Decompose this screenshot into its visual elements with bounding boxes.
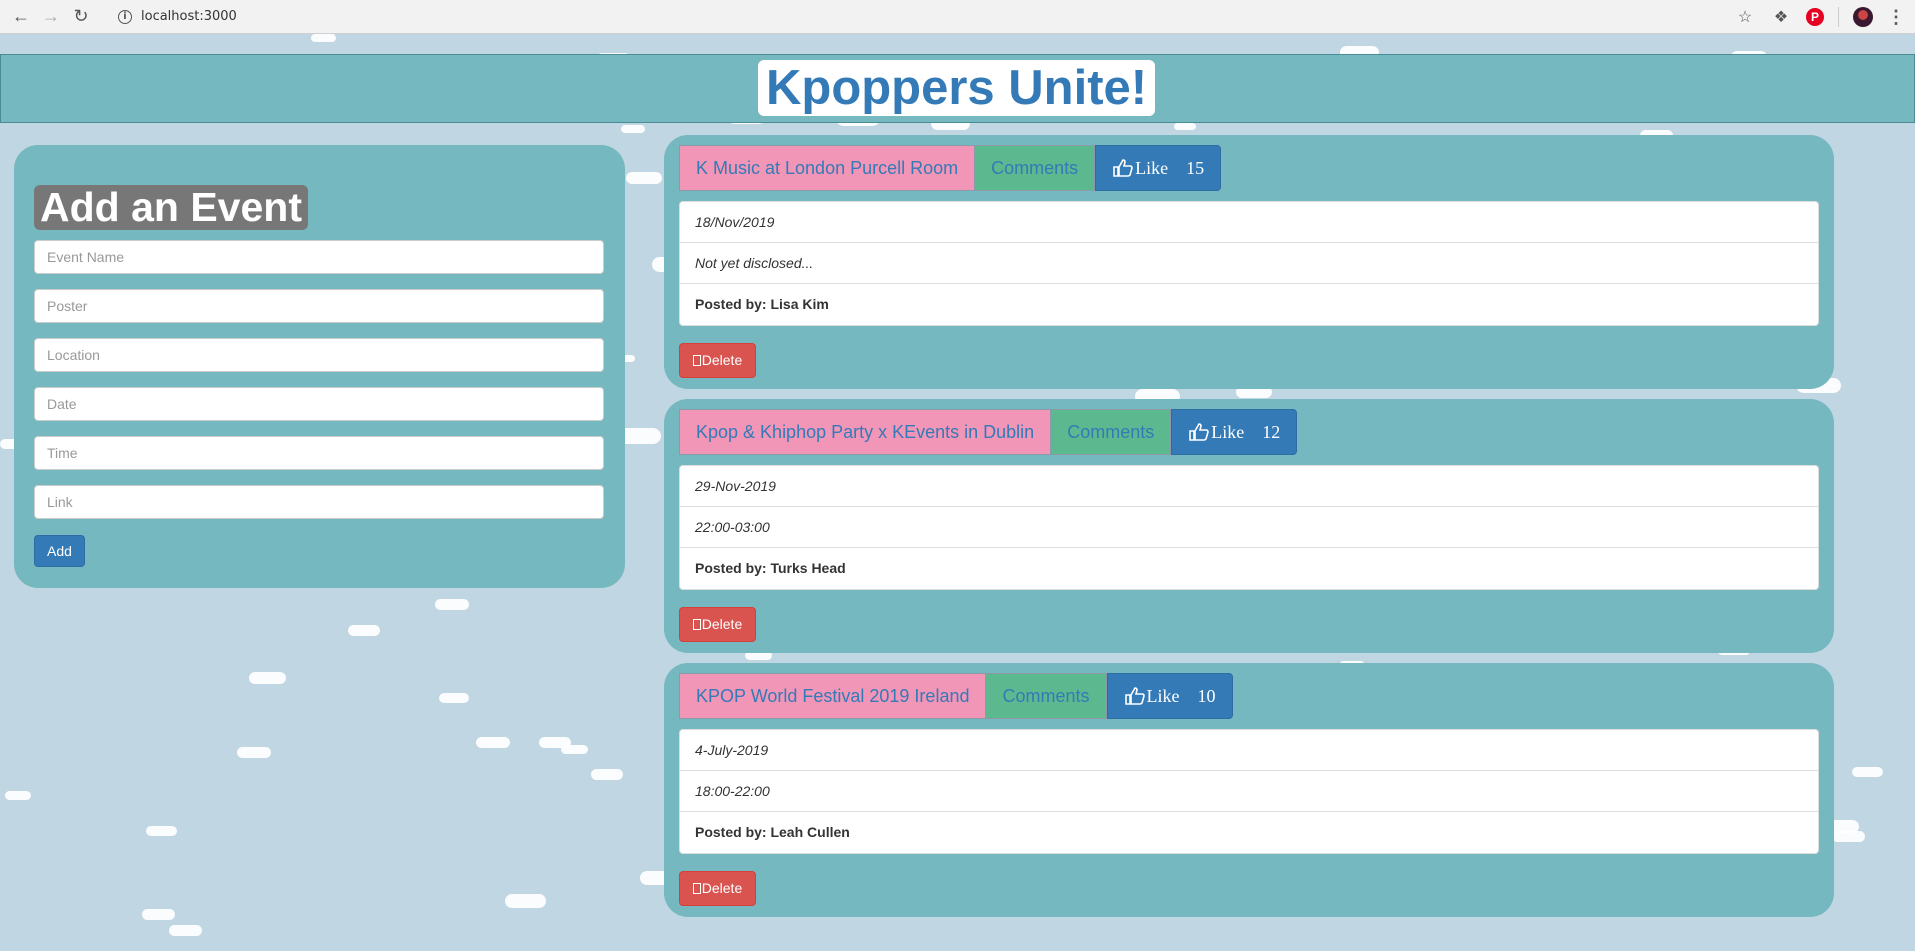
comments-button[interactable]: Comments: [975, 145, 1096, 191]
like-button[interactable]: Like 10: [1106, 673, 1233, 719]
delete-label: Delete: [701, 880, 743, 896]
event-title-link[interactable]: K Music at London Purcell Room: [679, 145, 976, 191]
add-event-panel: Add an Event Event Name Poster Location …: [14, 145, 625, 588]
address-bar[interactable]: localhost:3000: [141, 9, 237, 24]
thumbs-up-icon: [1189, 423, 1210, 441]
poster-prefix: Posted by:: [695, 560, 767, 576]
event-card: K Music at London Purcell Room Comments …: [664, 135, 1834, 389]
pinterest-extension-icon[interactable]: P: [1806, 8, 1824, 26]
event-title-link[interactable]: Kpop & Khiphop Party x KEvents in Dublin: [679, 409, 1052, 455]
comments-button[interactable]: Comments: [986, 673, 1107, 719]
event-date: 29-Nov-2019: [680, 466, 1818, 507]
event-date: 18/Nov/2019: [680, 202, 1818, 243]
like-count: 15: [1186, 158, 1205, 178]
time-input[interactable]: Time: [34, 436, 604, 470]
poster-name: Turks Head: [770, 560, 846, 576]
event-time: 22:00-03:00: [680, 507, 1818, 548]
comments-button[interactable]: Comments: [1051, 409, 1172, 455]
bookmark-star-icon[interactable]: ☆: [1734, 6, 1756, 28]
poster-prefix: Posted by:: [695, 824, 767, 840]
cloud-shape: [439, 693, 469, 703]
cloud-shape: [142, 909, 175, 920]
reload-icon[interactable]: ↻: [66, 2, 96, 32]
browser-toolbar: ← → ↻ i localhost:3000 ☆ ❖ P ⋮: [0, 0, 1915, 34]
thumbs-up-icon: [1113, 159, 1133, 177]
delete-button[interactable]: Delete: [679, 871, 756, 906]
forward-arrow-icon[interactable]: →: [36, 2, 66, 32]
event-poster: Posted by: Turks Head: [680, 548, 1818, 589]
event-title-link[interactable]: KPOP World Festival 2019 Ireland: [679, 673, 987, 719]
event-time: 18:00-22:00: [680, 771, 1818, 812]
page-title: Kpoppers Unite!: [758, 60, 1156, 116]
cloud-shape: [476, 737, 510, 748]
cloud-shape: [146, 826, 177, 836]
delete-button[interactable]: Delete: [679, 607, 756, 642]
event-details-list: 4-July-2019 18:00-22:00 Posted by: Leah …: [679, 729, 1819, 854]
cloud-shape: [237, 747, 271, 758]
delete-label: Delete: [701, 616, 743, 632]
cloud-shape: [1174, 123, 1196, 130]
like-count: 10: [1197, 686, 1216, 706]
cloud-shape: [591, 769, 623, 780]
poster-prefix: Posted by:: [695, 296, 767, 312]
add-event-heading: Add an Event: [34, 185, 308, 230]
add-button[interactable]: Add: [34, 535, 85, 567]
like-label: Like: [1211, 422, 1245, 442]
cloud-shape: [505, 894, 546, 908]
delete-button[interactable]: Delete: [679, 343, 756, 378]
trash-icon: [692, 883, 701, 894]
thumbs-up-icon: [1124, 687, 1145, 705]
cloud-shape: [621, 125, 645, 133]
cloud-shape: [626, 172, 662, 184]
poster-name: Leah Cullen: [770, 824, 850, 840]
cloud-shape: [249, 672, 286, 684]
delete-label: Delete: [701, 352, 743, 368]
dropbox-extension-icon[interactable]: ❖: [1770, 6, 1792, 28]
like-label: Like: [1135, 158, 1169, 178]
profile-avatar[interactable]: [1853, 7, 1873, 27]
cloud-shape: [561, 745, 588, 754]
toolbar-divider: [1838, 7, 1839, 27]
event-card: KPOP World Festival 2019 Ireland Comment…: [664, 663, 1834, 917]
poster-name: Lisa Kim: [770, 296, 829, 312]
cloud-shape: [1852, 767, 1883, 777]
cloud-shape: [5, 791, 31, 800]
trash-icon: [692, 355, 701, 366]
location-input[interactable]: Location: [34, 338, 604, 372]
event-card: Kpop & Khiphop Party x KEvents in Dublin…: [664, 399, 1834, 653]
event-date: 4-July-2019: [680, 730, 1818, 771]
trash-icon: [692, 619, 701, 630]
like-count: 12: [1262, 422, 1281, 442]
event-details-list: 29-Nov-2019 22:00-03:00 Posted by: Turks…: [679, 465, 1819, 590]
poster-input[interactable]: Poster: [34, 289, 604, 323]
event-poster: Posted by: Lisa Kim: [680, 284, 1818, 325]
cloud-shape: [435, 599, 469, 610]
like-button[interactable]: Like 12: [1171, 409, 1298, 455]
cloud-shape: [311, 34, 336, 42]
link-input[interactable]: Link: [34, 485, 604, 519]
event-poster: Posted by: Leah Cullen: [680, 812, 1818, 853]
like-label: Like: [1146, 686, 1180, 706]
cloud-shape: [348, 625, 380, 636]
event-time: Not yet disclosed...: [680, 243, 1818, 284]
date-input[interactable]: Date: [34, 387, 604, 421]
event-name-input[interactable]: Event Name: [34, 240, 604, 274]
site-info-icon[interactable]: i: [118, 9, 132, 24]
like-button[interactable]: Like 15: [1095, 145, 1222, 191]
back-arrow-icon[interactable]: ←: [6, 2, 36, 32]
event-details-list: 18/Nov/2019 Not yet disclosed... Posted …: [679, 201, 1819, 326]
cloud-shape: [169, 925, 202, 936]
browser-menu-icon[interactable]: ⋮: [1887, 7, 1905, 28]
